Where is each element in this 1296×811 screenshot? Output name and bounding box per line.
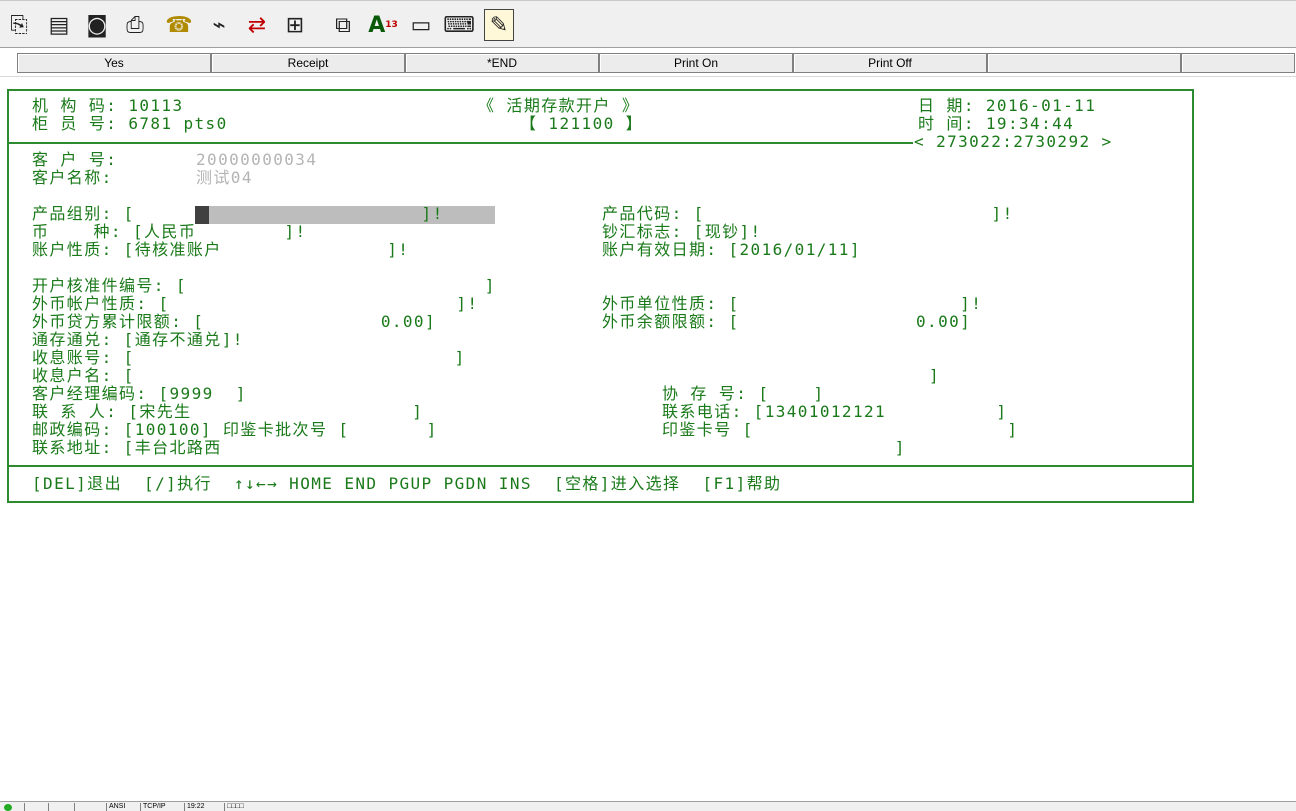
- transaction-code: 【 121100 】: [520, 114, 644, 133]
- telephone-icon[interactable]: ☎: [164, 9, 194, 41]
- session-id: < 273022:2730292 >: [914, 132, 1113, 151]
- contact-phone-field[interactable]: 联系电话: [13401012121 ]: [662, 403, 1007, 421]
- tree-icon[interactable]: ⊞: [280, 9, 310, 41]
- customer-number-value: 20000000034: [196, 150, 318, 169]
- transfer-icon[interactable]: ⇄: [242, 9, 272, 41]
- fkey-receipt-button[interactable]: Receipt: [211, 53, 405, 73]
- camera-icon[interactable]: ◙: [82, 9, 112, 41]
- manager-code-field[interactable]: 客户经理编码: [9999 ]: [32, 385, 247, 403]
- computer-icon[interactable]: ▭: [406, 9, 436, 41]
- spellcheck-number: 13: [385, 20, 398, 30]
- universal-deposit-field[interactable]: 通存通兑: [通存不通兑]!: [32, 331, 244, 349]
- contact-address-field[interactable]: 联系地址: [丰台北路西 ]: [32, 439, 906, 457]
- valid-date-field[interactable]: 账户有效日期: [2016/01/11]: [602, 241, 861, 259]
- header-divider: [7, 142, 913, 144]
- fkey-empty-button-7[interactable]: [1181, 53, 1295, 73]
- cash-flag-field[interactable]: 钞汇标志: [现钞]!: [602, 223, 762, 241]
- date-display: 日 期: 2016-01-11: [918, 96, 1097, 115]
- product-group-field[interactable]: 产品组别: [ ]!: [32, 205, 444, 223]
- interest-account-name-field[interactable]: 收息户名: [ ]: [32, 367, 940, 385]
- customer-name-value: 测试04: [196, 168, 253, 187]
- keyboard-icon[interactable]: ⌨: [443, 9, 475, 41]
- printer-icon[interactable]: ⎙: [120, 9, 150, 41]
- fkey-end-button[interactable]: *END: [405, 53, 599, 73]
- document-icon[interactable]: ▤: [44, 9, 74, 41]
- copy-icon[interactable]: ⎘: [4, 9, 34, 41]
- contact-person-field[interactable]: 联 系 人: [宋先生 ]: [32, 403, 423, 421]
- fx-unit-type-field[interactable]: 外币单位性质: [ ]!: [602, 295, 982, 313]
- modem-icon[interactable]: ⌁: [204, 9, 234, 41]
- keyboard-help-line: [DEL]退出 [/]执行 ↑↓←→ HOME END PGUP PGDN IN…: [32, 474, 782, 493]
- fx-credit-limit-field[interactable]: 外币贷方累计限额: [ 0.00]: [32, 313, 436, 331]
- seal-card-number-field[interactable]: 印鉴卡号 [ ]: [662, 421, 1018, 439]
- spellcheck-letter: A: [368, 12, 386, 38]
- fkey-print-on-button[interactable]: Print On: [599, 53, 793, 73]
- footer-divider: [7, 465, 1194, 467]
- currency-field[interactable]: 币 种: [人民币 ]!: [32, 223, 307, 241]
- toolbar: ⎘ ▤ ◙ ⎙ ☎ ⌁ ⇄ ⊞ ⧉ A 13 ▭ ⌨ ✎: [0, 0, 1296, 48]
- interest-account-field[interactable]: 收息账号: [ ]: [32, 349, 466, 367]
- agreement-number-field[interactable]: 协 存 号: [ ]: [662, 385, 825, 403]
- page-title: 《 活期存款开户 》: [478, 96, 640, 115]
- customer-number-label: 客 户 号:: [32, 150, 118, 169]
- postcode-seal-batch-field[interactable]: 邮政编码: [100100] 印鉴卡批次号 [ ]: [32, 421, 438, 439]
- license-number-field[interactable]: 开户核准件编号: [ ]: [32, 277, 496, 295]
- edit-icon[interactable]: ✎: [484, 9, 514, 41]
- account-type-field[interactable]: 账户性质: [待核准账户 ]!: [32, 241, 409, 259]
- customer-name-label: 客户名称:: [32, 168, 113, 187]
- fkey-print-off-button[interactable]: Print Off: [793, 53, 987, 73]
- spellcheck-icon[interactable]: A 13: [368, 9, 398, 41]
- product-code-field[interactable]: 产品代码: [ ]!: [602, 205, 1014, 223]
- fx-account-type-field[interactable]: 外币帐户性质: [ ]!: [32, 295, 478, 313]
- files-icon[interactable]: ⧉: [328, 9, 358, 41]
- org-code: 机 构 码: 10113: [32, 96, 184, 115]
- teller-number: 柜 员 号: 6781 pts0: [32, 114, 228, 133]
- fkey-empty-button-6[interactable]: [987, 53, 1181, 73]
- time-display: 时 间: 19:34:44: [918, 114, 1075, 133]
- fkey-yes-button[interactable]: Yes: [17, 53, 211, 73]
- fx-balance-limit-field[interactable]: 外币余额限额: [ 0.00]: [602, 313, 971, 331]
- function-key-bar: Yes Receipt *END Print On Print Off: [0, 50, 1296, 77]
